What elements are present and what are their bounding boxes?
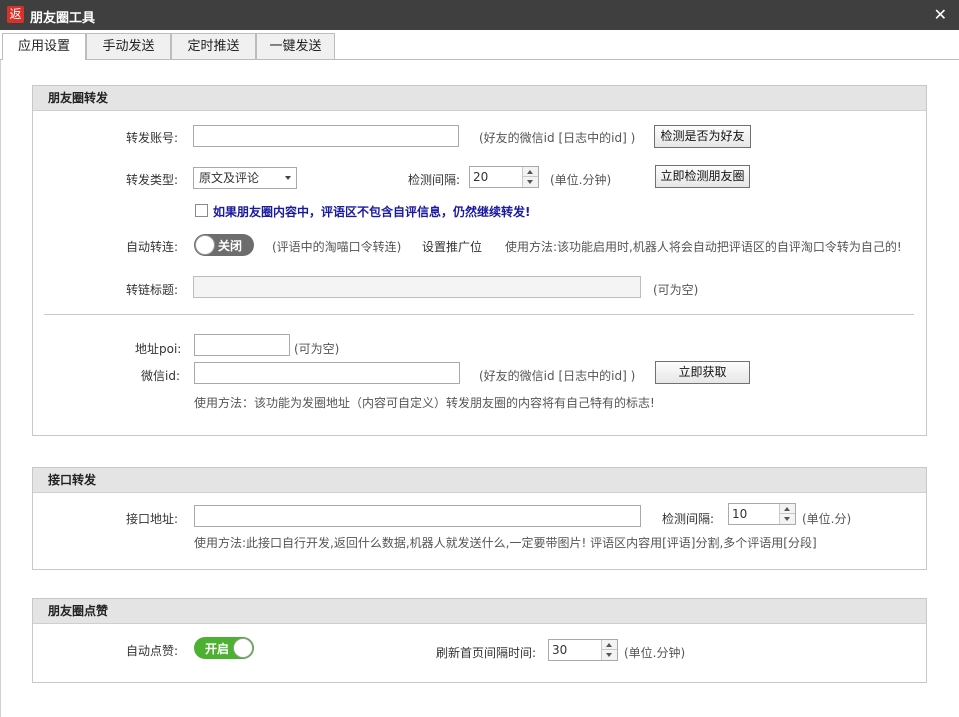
auto-convert-label: 自动转连:: [126, 240, 179, 254]
account-input[interactable]: [193, 125, 459, 147]
settings-content: 朋友圈转发 转发账号: (好友的微信id [日志中的id] ) 检测是否为好友 …: [0, 60, 959, 717]
panel-heading: 朋友圈转发: [33, 86, 926, 111]
api-url-label: 接口地址:: [126, 512, 179, 526]
link-title-hint: (可为空): [653, 283, 699, 297]
title-bar: 返 朋友圈工具 ✕: [0, 0, 959, 30]
tab-scheduled-push[interactable]: 定时推送: [171, 33, 256, 60]
tab-app-settings[interactable]: 应用设置: [2, 33, 86, 61]
tab-manual-send[interactable]: 手动发送: [86, 33, 171, 60]
promo-position-link[interactable]: 设置推广位: [422, 238, 482, 255]
type-select[interactable]: 原文及评论: [193, 167, 297, 189]
stepper-buttons: [601, 640, 617, 660]
api-interval-unit: (单位.分): [802, 512, 852, 526]
api-forward-panel: 接口转发 接口地址: 检测间隔: 10 (单位.分) 使用方法:此接口自行开发,…: [32, 467, 927, 570]
api-interval-stepper[interactable]: 10: [728, 503, 796, 525]
stepper-buttons: [522, 167, 538, 187]
toggle-knob: [195, 235, 215, 255]
stepper-down-icon[interactable]: [780, 514, 795, 524]
wechat-id-input[interactable]: [194, 362, 460, 384]
api-url-input[interactable]: [194, 505, 641, 527]
poi-usage: 使用方法：该功能为发圈地址（内容可自定义）转发朋友圈的内容将有自己特有的标志!: [194, 396, 655, 410]
close-icon[interactable]: ✕: [934, 5, 947, 24]
stepper-buttons: [779, 504, 795, 524]
auto-convert-toggle[interactable]: 关闭: [194, 234, 254, 256]
interval-value: 20: [473, 170, 489, 184]
section-divider: [44, 314, 914, 315]
app-icon: 返: [7, 6, 24, 23]
stepper-up-icon[interactable]: [523, 167, 538, 177]
fetch-now-button[interactable]: 立即获取: [655, 361, 750, 384]
refresh-interval-stepper[interactable]: 30: [548, 639, 618, 661]
check-friend-button[interactable]: 检测是否为好友: [654, 125, 751, 148]
account-hint: (好友的微信id [日志中的id] ): [479, 131, 636, 145]
link-title-input[interactable]: [193, 276, 641, 298]
moments-forward-panel: 朋友圈转发 转发账号: (好友的微信id [日志中的id] ) 检测是否为好友 …: [32, 85, 927, 436]
interval-stepper[interactable]: 20: [469, 166, 539, 188]
interval-unit: (单位.分钟): [550, 173, 612, 187]
toggle-state: 关闭: [218, 239, 243, 253]
toggle-knob: [233, 638, 253, 658]
poi-label: 地址poi:: [135, 342, 182, 356]
interval-label: 检测间隔:: [408, 173, 461, 187]
type-select-value: 原文及评论: [199, 171, 260, 185]
tab-one-click-send[interactable]: 一键发送: [256, 33, 335, 60]
auto-convert-hint: (评语中的淘喵口令转连): [272, 240, 402, 254]
stepper-up-icon[interactable]: [780, 504, 795, 514]
stepper-down-icon[interactable]: [602, 650, 617, 660]
auto-like-toggle[interactable]: 开启: [194, 637, 254, 659]
stepper-down-icon[interactable]: [523, 177, 538, 187]
wechat-id-label: 微信id:: [141, 369, 180, 383]
wechat-id-hint: (好友的微信id [日志中的id] ): [479, 369, 636, 383]
refresh-interval-value: 30: [552, 643, 568, 657]
tab-bar: 应用设置 手动发送 定时推送 一键发送: [0, 30, 959, 61]
window-title: 朋友圈工具: [30, 11, 96, 26]
api-interval-value: 10: [732, 507, 748, 521]
api-usage: 使用方法:此接口自行开发,返回什么数据,机器人就发送什么,一定要带图片! 评语区…: [194, 536, 817, 550]
link-title-label: 转链标题:: [126, 283, 179, 297]
panel-heading: 接口转发: [33, 468, 926, 493]
check-now-button[interactable]: 立即检测朋友圈: [655, 165, 750, 188]
continue-forward-checkbox[interactable]: [195, 204, 208, 217]
refresh-interval-unit: (单位.分钟): [624, 646, 686, 660]
auto-like-label: 自动点赞:: [126, 644, 179, 658]
auto-convert-usage: 使用方法:该功能启用时,机器人将会自动把评语区的自评淘口令转为自己的!: [505, 240, 902, 254]
refresh-interval-label: 刷新首页间隔时间:: [436, 646, 537, 660]
chevron-down-icon: [285, 176, 291, 180]
account-label: 转发账号:: [126, 131, 179, 145]
moments-like-panel: 朋友圈点赞 自动点赞: 开启 刷新首页间隔时间: 30 (单位.分钟): [32, 598, 927, 683]
poi-hint: (可为空): [294, 342, 340, 356]
stepper-up-icon[interactable]: [602, 640, 617, 650]
toggle-state: 开启: [205, 642, 230, 656]
poi-input[interactable]: [194, 334, 290, 356]
type-label: 转发类型:: [126, 173, 179, 187]
continue-forward-label[interactable]: 如果朋友圈内容中，评语区不包含自评信息，仍然继续转发!: [213, 203, 530, 220]
panel-heading: 朋友圈点赞: [33, 599, 926, 624]
api-interval-label: 检测间隔:: [662, 512, 715, 526]
